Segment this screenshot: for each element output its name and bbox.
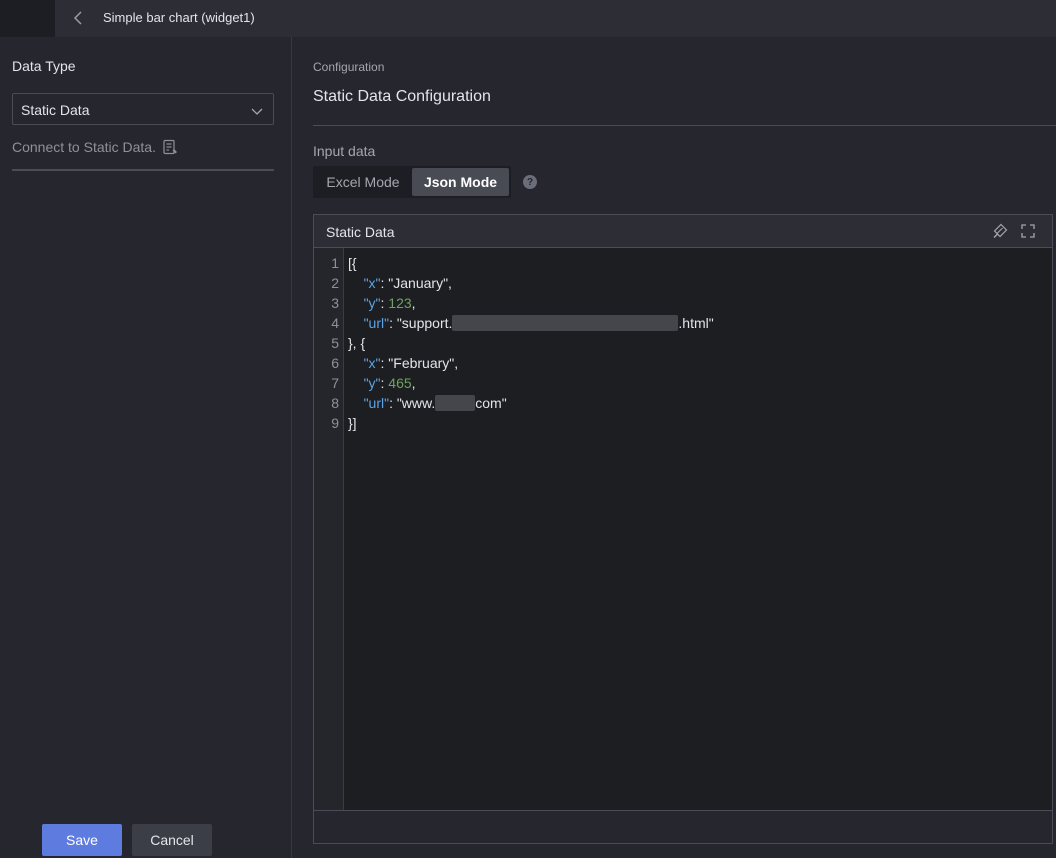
title-divider (313, 125, 1056, 126)
redacted-block (435, 395, 476, 411)
connect-static-data: Connect to Static Data. (12, 139, 178, 155)
code-token: [{ (348, 255, 357, 271)
line-number: 8 (331, 395, 339, 411)
input-mode-toggle: Excel Mode Json Mode (313, 166, 511, 198)
json-key: "y" (363, 375, 381, 391)
fullscreen-icon[interactable] (1020, 223, 1036, 239)
code-token: , (411, 295, 416, 311)
json-key: "url" (363, 315, 390, 331)
code-token: : "January", (380, 275, 452, 291)
format-brush-icon[interactable] (992, 223, 1008, 239)
code-token: : "support. (389, 315, 453, 331)
json-number: 123 (388, 295, 412, 311)
json-key: "url" (363, 395, 390, 411)
code-token: , (411, 375, 416, 391)
editor-title: Static Data (326, 224, 395, 240)
connect-text: Connect to Static Data. (12, 139, 156, 155)
save-button[interactable]: Save (42, 824, 122, 856)
breadcrumb: Configuration (313, 60, 385, 74)
line-number-gutter: 1 2 3 4 5 6 7 8 9 (314, 248, 344, 810)
line-number: 2 (331, 275, 339, 291)
page-title: Static Data Configuration (313, 88, 491, 105)
line-number: 1 (331, 255, 339, 271)
app-logo-block (0, 0, 55, 37)
static-data-editor: Static Data 1 2 3 4 5 6 7 8 9 [{ "x": "J… (313, 214, 1053, 844)
data-source-panel (0, 37, 291, 858)
code-line: "url": "support. .html" (348, 315, 714, 331)
line-number: 6 (331, 355, 339, 371)
line-number: 9 (331, 415, 339, 431)
line-number: 7 (331, 375, 339, 391)
document-edit-icon[interactable] (162, 139, 178, 155)
code-token: .html" (678, 315, 714, 331)
tab-json-mode[interactable]: Json Mode (412, 168, 509, 196)
widget-title: Simple bar chart (widget1) (103, 10, 255, 25)
code-editor-input[interactable]: [{ "x": "January", "y": 123, "url": "sup… (345, 248, 1052, 810)
data-type-select[interactable]: Static Data (12, 93, 274, 125)
data-type-label: Data Type (12, 58, 76, 74)
json-number: 465 (388, 375, 412, 391)
code-line: }] (348, 415, 357, 431)
tab-excel-mode[interactable]: Excel Mode (315, 168, 411, 196)
code-line: "x": "February", (348, 355, 459, 371)
chevron-down-icon (251, 104, 263, 115)
data-type-value: Static Data (21, 102, 90, 118)
panel-divider (291, 37, 292, 858)
input-data-label: Input data (313, 143, 376, 159)
code-token: }, { (348, 335, 366, 351)
line-number: 3 (331, 295, 339, 311)
cancel-button[interactable]: Cancel (132, 824, 212, 856)
json-key: "x" (363, 275, 381, 291)
line-number: 5 (331, 335, 339, 351)
help-icon[interactable]: ? (523, 175, 537, 189)
top-bar: Simple bar chart (widget1) (0, 0, 1056, 37)
back-arrow-icon[interactable] (70, 8, 88, 28)
code-line: "x": "January", (348, 275, 452, 291)
code-line: "url": "www. com" (348, 395, 507, 411)
editor-header: Static Data (314, 215, 1052, 248)
code-token: com" (475, 395, 507, 411)
code-token: : "www. (389, 395, 436, 411)
json-key: "x" (363, 355, 381, 371)
redacted-block (452, 315, 679, 331)
code-line: "y": 465, (348, 375, 416, 391)
code-line: [{ (348, 255, 357, 271)
code-line: }, { (348, 335, 365, 351)
line-number: 4 (331, 315, 339, 331)
left-divider (12, 169, 274, 171)
json-key: "y" (363, 295, 381, 311)
code-token: }] (348, 415, 357, 431)
editor-footer (314, 810, 1052, 843)
code-token: : "February", (380, 355, 459, 371)
code-line: "y": 123, (348, 295, 416, 311)
